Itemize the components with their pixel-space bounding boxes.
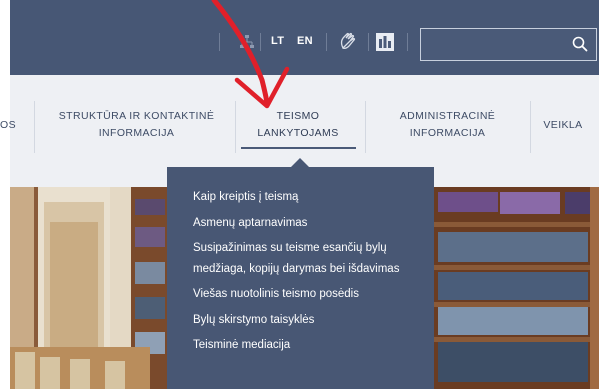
annotation-arrow: [211, 0, 290, 109]
